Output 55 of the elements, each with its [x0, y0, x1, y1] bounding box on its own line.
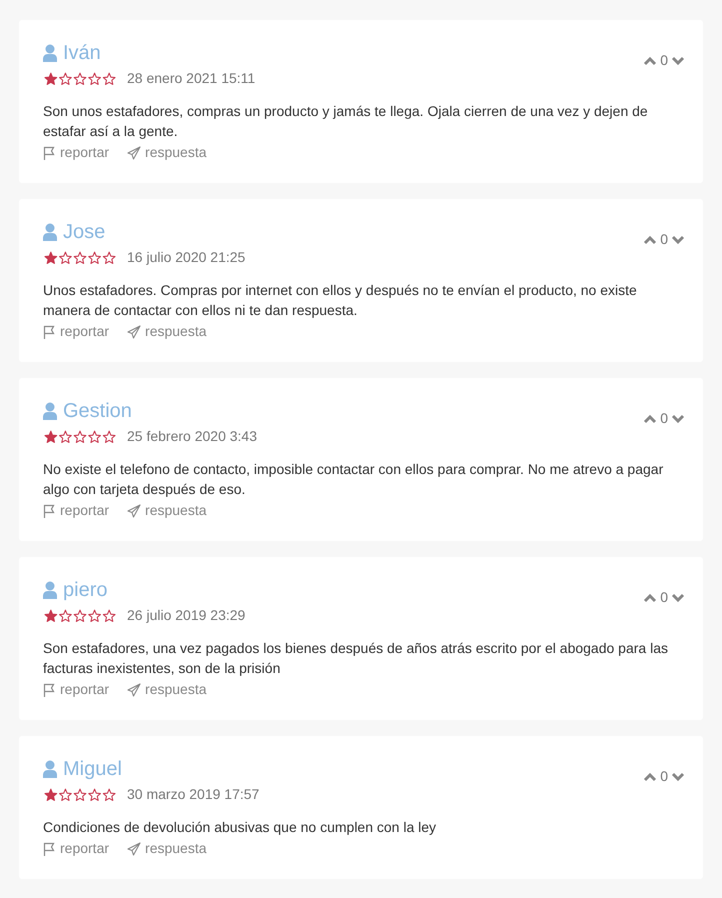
report-link[interactable]: reportar — [43, 321, 110, 342]
review-text: Son estafadores, una vez pagados los bienes después de años atrás escrito por el abogado para las facturas inexistentes, son de la prisión — [43, 639, 669, 678]
vote-count: 0 — [660, 230, 668, 249]
flag-icon — [43, 324, 56, 338]
review-date: 30 marzo 2019 17:57 — [127, 785, 260, 804]
user-icon — [43, 223, 57, 241]
report-link[interactable]: reportar — [43, 838, 110, 859]
flag-icon — [43, 504, 56, 518]
reply-link[interactable]: respuesta — [127, 500, 207, 521]
review-date: 28 enero 2021 15:11 — [127, 69, 256, 88]
flag-icon — [43, 682, 56, 696]
review-text: Condiciones de devolución abusivas que no cumplen con la ley — [43, 818, 438, 837]
downvote-button[interactable] — [671, 592, 685, 602]
upvote-button[interactable] — [643, 772, 658, 782]
reply-link[interactable]: respuesta — [127, 321, 207, 342]
vote-count: 0 — [660, 588, 668, 607]
user-icon — [43, 581, 57, 599]
author-name[interactable]: piero — [63, 579, 108, 601]
author-name[interactable]: Miguel — [63, 758, 122, 780]
downvote-button[interactable] — [671, 414, 685, 424]
vote-count: 0 — [660, 51, 668, 70]
paper-plane-icon — [127, 504, 142, 518]
review-date: 26 julio 2019 23:29 — [127, 606, 246, 625]
paper-plane-icon — [127, 146, 142, 160]
review-text: No existe el telefono de contacto, imposible contactar con ellos para comprar. No me atrevo a pagar algo con tarjeta después de eso. — [43, 460, 664, 499]
user-icon — [43, 44, 57, 62]
reply-link[interactable]: respuesta — [127, 838, 207, 859]
upvote-button[interactable] — [643, 234, 658, 244]
reply-link[interactable]: respuesta — [127, 679, 207, 700]
downvote-button[interactable] — [671, 234, 685, 244]
paper-plane-icon — [127, 842, 142, 856]
report-link[interactable]: reportar — [43, 142, 110, 163]
review-text: Unos estafadores. Compras por internet con ellos y después no te envían el producto, no existe manera de contactar con ellos ni te dan respuesta. — [43, 281, 638, 320]
report-link[interactable]: reportar — [43, 679, 110, 700]
vote-count: 0 — [660, 767, 668, 786]
upvote-button[interactable] — [643, 592, 658, 602]
vote-count: 0 — [660, 409, 668, 428]
flag-icon — [43, 146, 56, 160]
flag-icon — [43, 842, 56, 856]
review-date: 25 febrero 2020 3:43 — [127, 427, 257, 446]
paper-plane-icon — [127, 324, 142, 338]
review-text: Son unos estafadores, compras un producto y jamás te llega. Ojala cierren de una vez y dejen de estafar así a la gente. — [43, 102, 649, 141]
reply-link[interactable]: respuesta — [127, 142, 207, 163]
upvote-button[interactable] — [643, 56, 658, 66]
upvote-button[interactable] — [643, 414, 658, 424]
author-name[interactable]: Jose — [63, 221, 106, 243]
downvote-button[interactable] — [671, 772, 685, 782]
report-link[interactable]: reportar — [43, 500, 110, 521]
author-name[interactable]: Iván — [63, 42, 101, 64]
paper-plane-icon — [127, 682, 142, 696]
user-icon — [43, 760, 57, 778]
user-icon — [43, 402, 57, 420]
review-date: 16 julio 2020 21:25 — [127, 248, 246, 267]
downvote-button[interactable] — [671, 56, 685, 66]
author-name[interactable]: Gestion — [63, 400, 132, 422]
